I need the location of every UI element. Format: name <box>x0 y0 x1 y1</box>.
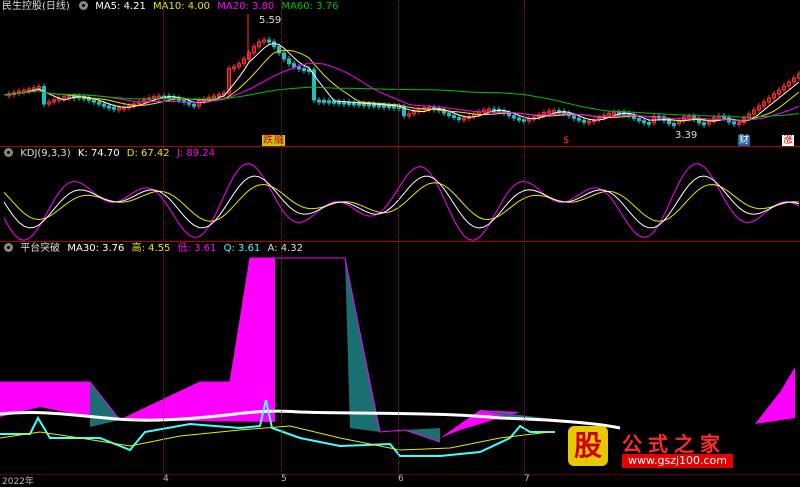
kdj-chart[interactable] <box>0 147 800 241</box>
x-axis-label: 6 <box>398 474 404 484</box>
candle <box>302 68 306 72</box>
moving-average-line <box>3 49 800 122</box>
candle <box>322 99 326 103</box>
high-price-label: 5.59 <box>259 15 282 26</box>
candle <box>447 112 451 117</box>
candle <box>367 103 371 107</box>
candle <box>667 119 671 124</box>
candle <box>102 103 106 107</box>
candle <box>337 101 341 105</box>
candle <box>457 116 461 120</box>
month-divider <box>524 0 525 474</box>
candle <box>672 122 676 126</box>
candle <box>387 105 391 109</box>
candle <box>377 104 381 108</box>
month-divider <box>163 0 164 474</box>
candle <box>702 122 706 126</box>
x-axis-label: 5 <box>281 474 287 484</box>
candle <box>272 41 276 48</box>
kdj-line <box>3 182 800 222</box>
candle <box>362 103 366 107</box>
candle <box>327 100 331 104</box>
x-axis-label: 4 <box>163 474 169 484</box>
candle <box>112 106 116 110</box>
candle <box>392 105 396 109</box>
candle <box>577 117 581 121</box>
x-axis-label: 7 <box>524 474 530 484</box>
breakout-fill <box>755 367 795 424</box>
candle <box>572 115 576 119</box>
event-flag[interactable]: 脑 <box>273 135 285 146</box>
candle <box>372 103 376 107</box>
candle <box>732 121 736 125</box>
candle <box>452 115 456 119</box>
candle <box>332 100 336 104</box>
candle <box>382 104 386 108</box>
event-flag[interactable]: 财 <box>738 135 750 146</box>
candle <box>282 52 286 60</box>
candle <box>507 112 511 117</box>
candle <box>517 117 521 121</box>
candle <box>42 86 46 105</box>
price-panel[interactable]: 民生控股(日线) MA5: 4.21 MA10: 4.00 MA20: 3.80… <box>0 0 800 146</box>
candle <box>297 66 301 70</box>
candle <box>107 105 111 109</box>
candle <box>347 101 351 105</box>
candle <box>97 101 101 105</box>
candle <box>357 102 361 106</box>
candle <box>342 101 346 105</box>
candle <box>92 99 96 103</box>
candle <box>267 39 271 43</box>
breakout-fill <box>90 382 120 427</box>
price-chart[interactable] <box>0 0 800 142</box>
month-divider <box>398 0 399 474</box>
candle <box>582 119 586 123</box>
candle <box>647 121 651 125</box>
breakout-fill <box>120 258 275 422</box>
watermark: 股 公式之家 www.gszj100.com <box>562 424 798 474</box>
moving-average-line <box>3 86 800 118</box>
candle <box>352 102 356 106</box>
candle <box>317 99 321 103</box>
watermark-url: www.gszj100.com <box>622 454 734 468</box>
moving-average-line <box>3 62 800 121</box>
watermark-title: 公式之家 <box>622 432 726 456</box>
x-axis-label: 2022年 <box>2 477 34 487</box>
candle <box>292 63 296 68</box>
event-flag[interactable]: $ <box>562 135 570 146</box>
kdj-panel[interactable]: KDJ(9,3,3) K: 74.70 D: 67.42 J: 89.24 <box>0 147 800 241</box>
event-flag[interactable]: 涨 <box>782 135 794 146</box>
candle <box>512 115 516 119</box>
candle <box>642 120 646 124</box>
month-divider <box>281 0 282 474</box>
low-price-label: 3.39 <box>675 130 698 141</box>
candle <box>192 103 196 107</box>
candle <box>287 58 291 65</box>
watermark-logo: 股 <box>568 426 608 466</box>
candle <box>637 117 641 122</box>
